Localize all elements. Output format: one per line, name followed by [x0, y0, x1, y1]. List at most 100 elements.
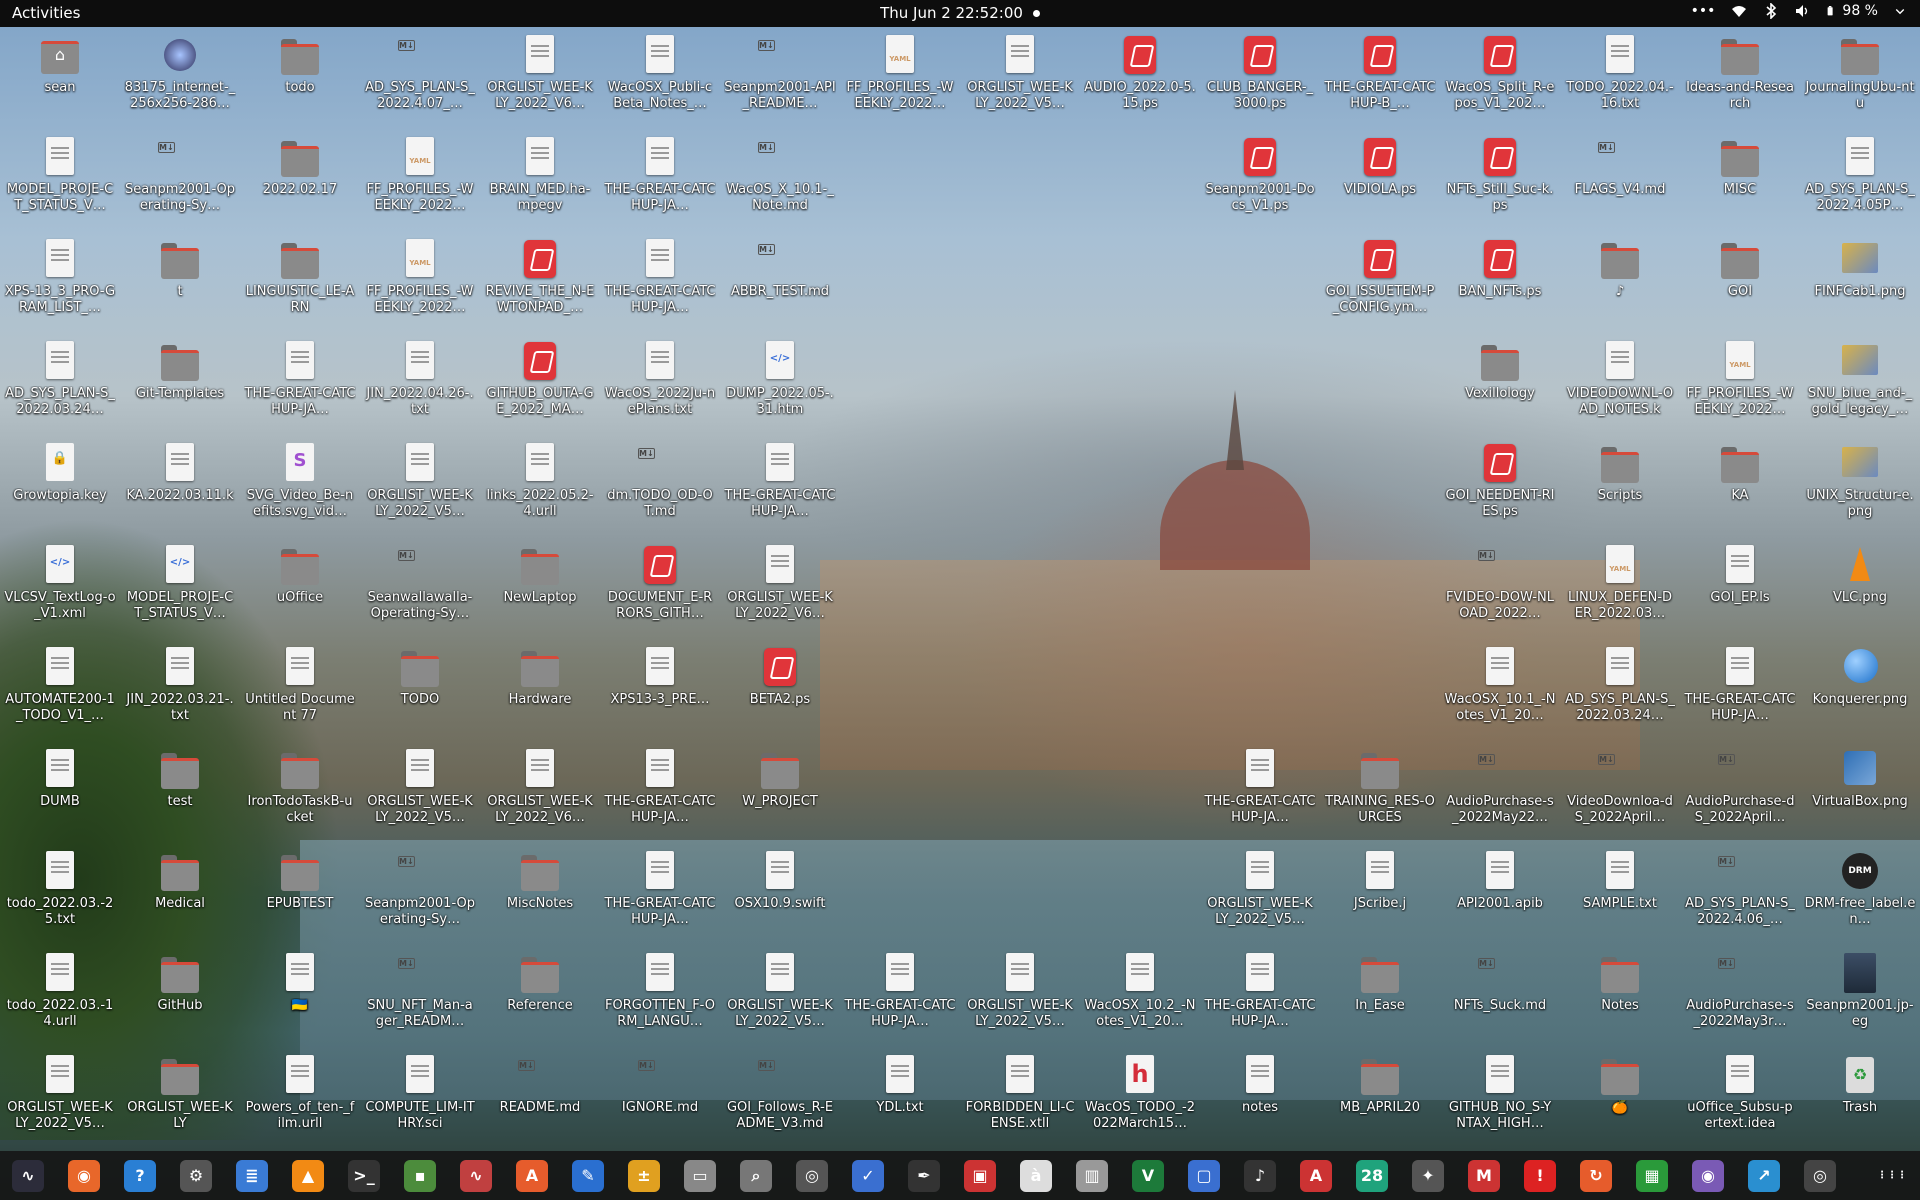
desktop-file[interactable]: MODEL_PROJE-CT_STATUS_V… [120, 537, 240, 639]
desktop-file[interactable]: GOI_EP.ls [1680, 537, 1800, 639]
desktop-file[interactable]: ORGLIST_WEE-KLY_2022_V5… [720, 945, 840, 1047]
desktop-file[interactable]: ORGLIST_WEE-KLY_2022_V5… [960, 945, 1080, 1047]
desktop-folder[interactable]: In_Ease [1320, 945, 1440, 1047]
desktop-file[interactable]: Powers_of_ten-_film.urll [240, 1047, 360, 1149]
desktop-file[interactable]: WacOSX_10.1_-Notes_V1_20… [1440, 639, 1560, 741]
desktop-file[interactable]: DUMP_2022.05-.31.htm [720, 333, 840, 435]
desktop-file[interactable]: AUDIO_2022.0-5.15.ps [1080, 27, 1200, 129]
desktop-file[interactable]: GOI_ISSUETEM-P_CONFIG.ym… [1320, 231, 1440, 333]
dock-chart-button[interactable]: ↗ [1736, 1151, 1792, 1200]
desktop-file[interactable]: IGNORE.md [600, 1047, 720, 1149]
dock-extension-button[interactable]: ▪ [392, 1151, 448, 1200]
desktop-folder[interactable]: Scripts [1560, 435, 1680, 537]
desktop-folder[interactable]: GOI [1680, 231, 1800, 333]
desktop-folder[interactable]: ♪ [1560, 231, 1680, 333]
dock-remote-desktop-button[interactable]: ▢ [1176, 1151, 1232, 1200]
desktop-file[interactable]: THE-GREAT-CATCHUP-JA… [720, 435, 840, 537]
desktop-file[interactable]: 🇺🇦 [240, 945, 360, 1047]
desktop-file[interactable]: AudioPurchase-dS_2022April… [1680, 741, 1800, 843]
desktop-folder[interactable]: 🍊 [1560, 1047, 1680, 1149]
desktop-folder[interactable]: Hardware [480, 639, 600, 741]
desktop-file[interactable]: XPS13-3_PRE… [600, 639, 720, 741]
desktop-file[interactable]: THE-GREAT-CATCHUP-JA… [600, 741, 720, 843]
dock-todo-button[interactable]: ✓ [840, 1151, 896, 1200]
dock-game-button[interactable]: ✦ [1400, 1151, 1456, 1200]
dock-pdf-button[interactable]: A [1288, 1151, 1344, 1200]
desktop-file[interactable]: ABBR_TEST.md [720, 231, 840, 333]
desktop-folder[interactable]: test [120, 741, 240, 843]
desktop-file[interactable]: FORBIDDEN_LI-CENSE.xtll [960, 1047, 1080, 1149]
desktop-file[interactable]: ORGLIST_WEE-KLY_2022_V5… [360, 435, 480, 537]
desktop-file[interactable]: WacOS_X_10.1-_Note.md [720, 129, 840, 231]
desktop-folder[interactable]: ORGLIST_WEE-KLY [120, 1047, 240, 1149]
desktop-folder[interactable]: uOffice [240, 537, 360, 639]
desktop-file[interactable]: WacOS_2022Ju-nePlans.txt [600, 333, 720, 435]
desktop-file[interactable]: Seanpm2001-Docs_V1.ps [1200, 129, 1320, 231]
desktop-file[interactable]: GITHUB_NO_S-YNTAX_HIGH… [1440, 1047, 1560, 1149]
desktop-file[interactable]: Seanpm2001-API_README… [720, 27, 840, 129]
desktop-file[interactable]: 83175_internet-_256x256-286… [120, 27, 240, 129]
desktop-file[interactable]: AUTOMATE200-1_TODO_V1_… [0, 639, 120, 741]
desktop-file[interactable]: FF_PROFILES_-WEEKLY_2022… [360, 231, 480, 333]
desktop-folder[interactable]: Reference [480, 945, 600, 1047]
desktop-file[interactable]: todo_2022.03.-25.txt [0, 843, 120, 945]
dock-alert-button[interactable]: ! [1512, 1151, 1568, 1200]
desktop-folder[interactable]: TRAINING_RES-OURCES [1320, 741, 1440, 843]
desktop-file[interactable]: NFTs_Still_Suc-k.ps [1440, 129, 1560, 231]
desktop-file[interactable]: BRAIN_MED.ha-mpegv [480, 129, 600, 231]
desktop-file[interactable]: Untitled Document 77 [240, 639, 360, 741]
desktop-file[interactable]: SVG_Video_Be-nefits.svg_vid… [240, 435, 360, 537]
desktop-file[interactable]: FINFCab1.png [1800, 231, 1920, 333]
desktop-file[interactable]: DUMB [0, 741, 120, 843]
desktop-folder[interactable]: MB_APRIL20 [1320, 1047, 1440, 1149]
desktop-file[interactable]: FF_PROFILES_-WEEKLY_2022… [360, 129, 480, 231]
desktop-file[interactable]: ORGLIST_WEE-KLY_2022_V6… [480, 741, 600, 843]
desktop-file[interactable]: THE-GREAT-CATCHUP-JA… [1680, 639, 1800, 741]
desktop-file[interactable]: THE-GREAT-CATCHUP-JA… [1200, 945, 1320, 1047]
desktop-file[interactable]: Growtopia.key [0, 435, 120, 537]
desktop-file[interactable]: JIN_2022.04.26-.txt [360, 333, 480, 435]
desktop-file[interactable]: Trash [1800, 1047, 1920, 1149]
desktop-file[interactable]: DRM-free_label.en… [1800, 843, 1920, 945]
desktop-file[interactable]: XPS-13_3_PRO-GRAM_LIST_… [0, 231, 120, 333]
desktop-file[interactable]: AD_SYS_PLAN-S_2022.4.06_… [1680, 843, 1800, 945]
clock-button[interactable]: Thu Jun 2 22:52:00 [880, 4, 1040, 22]
desktop-file[interactable]: dm.TODO_OD-OT.md [600, 435, 720, 537]
desktop-file[interactable]: ORGLIST_WEE-KLY_2022_V5… [960, 27, 1080, 129]
desktop-file[interactable]: THE-GREAT-CATCHUP-JA… [600, 843, 720, 945]
desktop-file[interactable]: Seanpm2001-Operating-Sy… [360, 843, 480, 945]
dock-files-button[interactable]: ▭ [672, 1151, 728, 1200]
desktop-file[interactable]: FORGOTTEN_F-ORM_LANGU… [600, 945, 720, 1047]
dock-spreadsheet-button[interactable]: ▦ [1624, 1151, 1680, 1200]
desktop-folder[interactable]: MiscNotes [480, 843, 600, 945]
desktop-file[interactable]: VLC.png [1800, 537, 1920, 639]
desktop-folder[interactable]: Medical [120, 843, 240, 945]
desktop-file[interactable]: UNIX_Structur-e.png [1800, 435, 1920, 537]
desktop-file[interactable]: notes [1200, 1047, 1320, 1149]
desktop-folder[interactable]: Ideas-and-Research [1680, 27, 1800, 129]
desktop-folder[interactable]: W_PROJECT [720, 741, 840, 843]
desktop-file[interactable]: JScribe.j [1320, 843, 1440, 945]
desktop-file[interactable]: ORGLIST_WEE-KLY_2022_V6… [480, 27, 600, 129]
desktop-file[interactable]: SAMPLE.txt [1560, 843, 1680, 945]
desktop-file[interactable]: AD_SYS_PLAN-S_2022.4.05P… [1800, 129, 1920, 231]
desktop-file[interactable]: AD_SYS_PLAN-S_2022.03.24… [1560, 639, 1680, 741]
desktop-folder[interactable]: Git-Templates [120, 333, 240, 435]
desktop-file[interactable]: Konquerer.png [1800, 639, 1920, 741]
desktop-folder[interactable]: Vexillology [1440, 333, 1560, 435]
desktop-file[interactable]: ORGLIST_WEE-KLY_2022_V5… [0, 1047, 120, 1149]
desktop-file[interactable]: GOI_NEEDENT-RIES.ps [1440, 435, 1560, 537]
desktop-folder[interactable]: Notes [1560, 945, 1680, 1047]
dock-system-monitor-button[interactable]: ∿ [0, 1151, 56, 1200]
desktop-file[interactable]: AD_SYS_PLAN-S_2022.4.07_… [360, 27, 480, 129]
desktop-file[interactable]: uOffice_Subsu-pertext.idea [1680, 1047, 1800, 1149]
desktop-file[interactable]: THE-GREAT-CATCHUP-JA… [600, 231, 720, 333]
desktop-file[interactable]: Seanpm2001.jp-eg [1800, 945, 1920, 1047]
dock-inkscape-button[interactable]: ✒ [896, 1151, 952, 1200]
dock-help-button[interactable]: ? [112, 1151, 168, 1200]
dock-terminal-button[interactable]: >_ [336, 1151, 392, 1200]
desktop-folder[interactable]: MISC [1680, 129, 1800, 231]
desktop-file[interactable]: VideoDownloa-dS_2022April… [1560, 741, 1680, 843]
desktop-file[interactable]: FF_PROFILES_-WEEKLY_2022… [1680, 333, 1800, 435]
desktop-file[interactable]: links_2022.05.2-4.urll [480, 435, 600, 537]
